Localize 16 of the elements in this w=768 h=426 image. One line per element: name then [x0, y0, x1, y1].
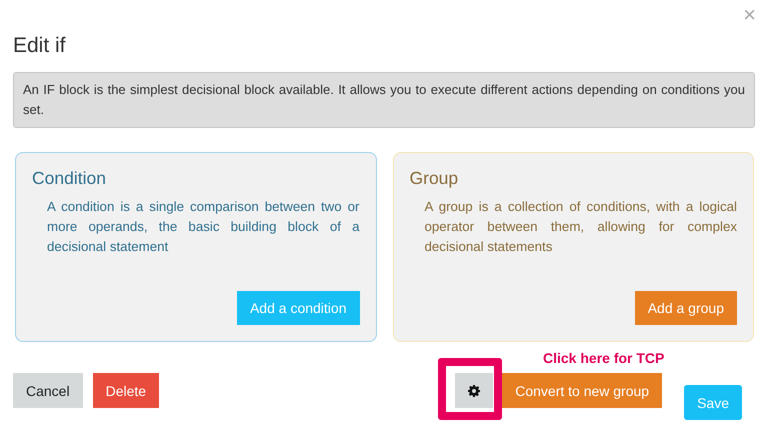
close-button[interactable]: × — [743, 4, 756, 26]
convert-button[interactable]: Convert to new group — [502, 373, 662, 408]
delete-button[interactable]: Delete — [92, 373, 160, 408]
panel-title: Group — [410, 168, 460, 189]
cancel-button[interactable]: Cancel — [13, 373, 83, 408]
annotation-text: Click here for TCP — [543, 350, 664, 366]
gear-icon — [468, 384, 480, 396]
info-alert: An IF block is the simplest decisional block available. It allows you to execute different actions depending on conditions you set. — [13, 72, 755, 128]
settings-button[interactable] — [455, 373, 494, 408]
panel-description: A condition is a single comparison between two or more operands, the basic building block of a decisional statement — [46, 198, 360, 256]
add-button[interactable]: Add a group — [634, 291, 737, 325]
panel-description: A group is a collection of conditions, with a logical operator between them, allowing for complex decisional statements — [424, 198, 737, 256]
add-button[interactable]: Add a condition — [236, 291, 360, 325]
save-button[interactable]: Save — [684, 385, 742, 420]
dialog-title: Edit if — [13, 34, 66, 59]
panel-title: Condition — [32, 168, 107, 189]
